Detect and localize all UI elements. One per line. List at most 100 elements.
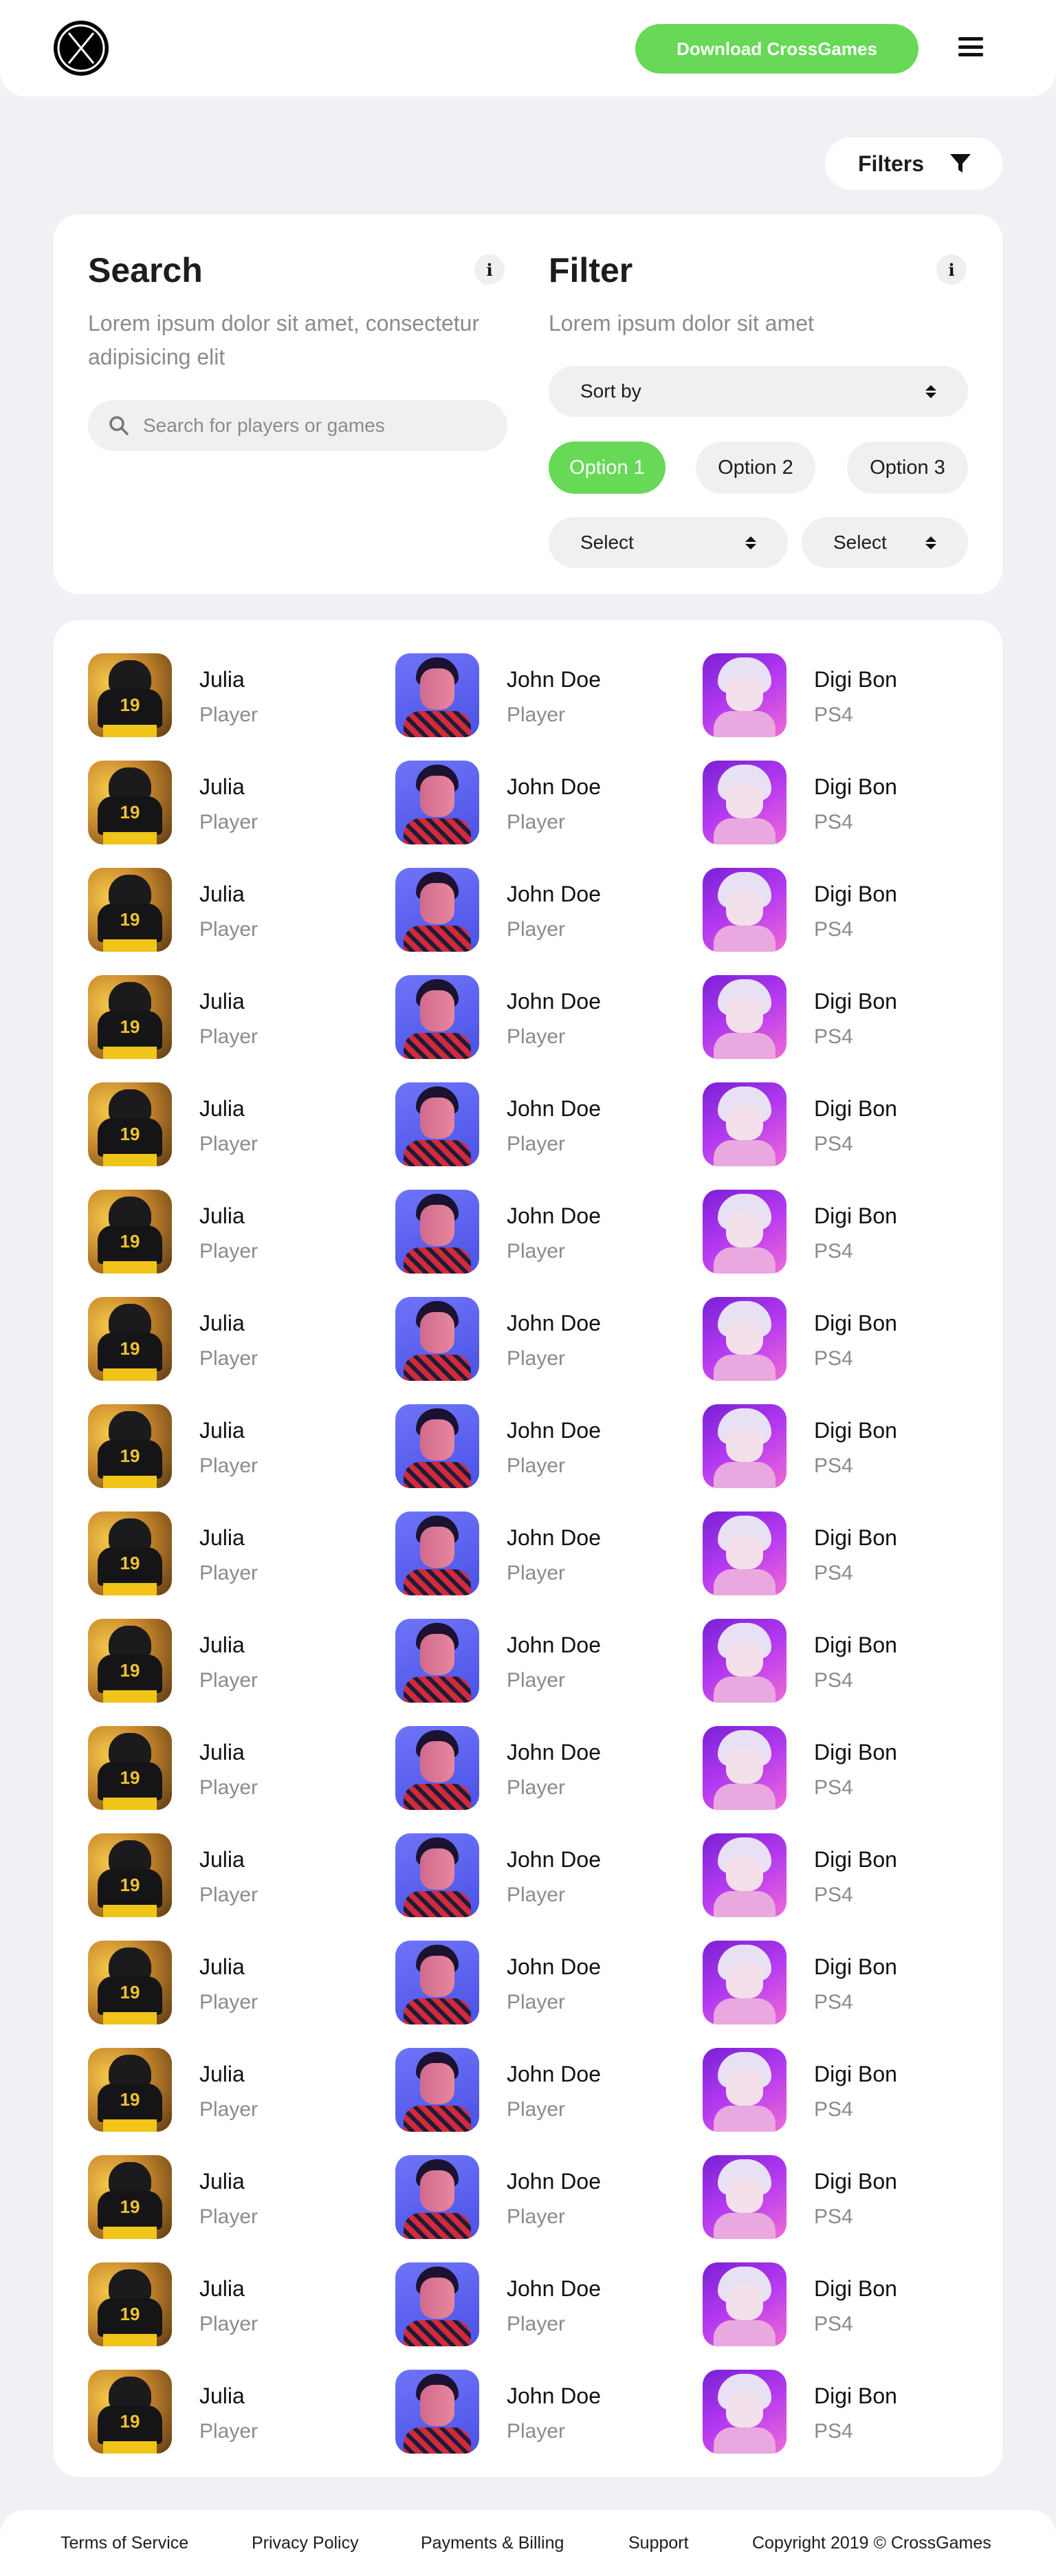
result-card[interactable]: John Doe Player [395,2262,703,2370]
result-name: Digi Bon [814,667,897,692]
result-card[interactable]: 19 Julia Player [88,2155,395,2262]
result-card[interactable]: Digi Bon PS4 [703,1833,1010,1941]
result-name: Digi Bon [814,1954,897,1979]
result-subtitle: Player [199,1133,258,1155]
result-card[interactable]: John Doe Player [395,1511,703,1619]
result-card[interactable]: John Doe Player [395,1190,703,1297]
result-card[interactable]: 19 Julia Player [88,1190,395,1297]
result-card[interactable]: John Doe Player [395,653,703,761]
search-field[interactable] [88,400,507,451]
search-input[interactable] [143,415,487,437]
result-card[interactable]: John Doe Player [395,2370,703,2477]
result-card[interactable]: 19 Julia Player [88,1833,395,1941]
result-card[interactable]: 19 Julia Player [88,2262,395,2370]
option-2-chip[interactable]: Option 2 [696,441,815,494]
result-card[interactable]: John Doe Player [395,868,703,975]
avatar [703,1511,786,1595]
result-card[interactable]: John Doe Player [395,1726,703,1833]
info-icon[interactable]: i [936,254,967,285]
result-subtitle: Player [507,1133,566,1155]
info-icon[interactable]: i [474,254,505,285]
crossgames-logo-icon[interactable] [54,21,109,76]
result-card[interactable]: John Doe Player [395,761,703,868]
result-card[interactable]: John Doe Player [395,975,703,1082]
search-filter-panel: Search i Lorem ipsum dolor sit amet, con… [54,215,1002,594]
result-card[interactable]: Digi Bon PS4 [703,1619,1010,1726]
footer-link-privacy[interactable]: Privacy Policy [252,2533,359,2553]
result-subtitle: PS4 [814,811,853,833]
result-card[interactable]: Digi Bon PS4 [703,2262,1010,2370]
result-card[interactable]: Digi Bon PS4 [703,975,1010,1082]
result-card[interactable]: 19 Julia Player [88,761,395,868]
result-card[interactable]: John Doe Player [395,1619,703,1726]
result-card[interactable]: Digi Bon PS4 [703,1726,1010,1833]
result-name: Digi Bon [814,882,897,906]
result-card[interactable]: John Doe Player [395,2048,703,2155]
avatar [395,2155,479,2239]
result-card[interactable]: 19 Julia Player [88,1404,395,1511]
result-name: Julia [199,2062,245,2086]
result-card[interactable]: 19 Julia Player [88,1941,395,2048]
result-name: Digi Bon [814,1096,897,1121]
result-name: Julia [199,2383,245,2408]
result-subtitle: Player [507,2313,566,2335]
result-card[interactable]: 19 Julia Player [88,1726,395,1833]
result-card[interactable]: Digi Bon PS4 [703,2155,1010,2262]
result-card[interactable]: Digi Bon PS4 [703,868,1010,975]
result-card[interactable]: Digi Bon PS4 [703,2370,1010,2477]
result-card[interactable]: John Doe Player [395,1082,703,1190]
select-dropdown-2[interactable]: Select [802,517,968,568]
footer-link-terms[interactable]: Terms of Service [60,2533,188,2553]
avatar: 19 [88,1833,172,1917]
result-card[interactable]: Digi Bon PS4 [703,1941,1010,2048]
result-card[interactable]: 19 Julia Player [88,1619,395,1726]
sort-by-select[interactable]: Sort by [549,366,968,417]
result-card[interactable]: 19 Julia Player [88,653,395,761]
download-crossgames-button[interactable]: Download CrossGames [635,24,918,74]
result-subtitle: PS4 [814,2313,853,2335]
result-subtitle: PS4 [814,1454,853,1477]
result-subtitle: PS4 [814,2205,853,2228]
footer-link-payments[interactable]: Payments & Billing [421,2533,564,2553]
result-subtitle: Player [507,1776,566,1799]
result-card[interactable]: 19 Julia Player [88,2370,395,2477]
result-subtitle: Player [507,1025,566,1048]
result-card[interactable]: 19 Julia Player [88,1511,395,1619]
result-subtitle: PS4 [814,1669,853,1692]
result-subtitle: Player [199,1347,258,1370]
result-card[interactable]: Digi Bon PS4 [703,653,1010,761]
result-name: Julia [199,774,245,799]
result-card[interactable]: John Doe Player [395,1297,703,1404]
footer-link-support[interactable]: Support [628,2533,689,2553]
result-card[interactable]: Digi Bon PS4 [703,1082,1010,1190]
result-card[interactable]: John Doe Player [395,1941,703,2048]
result-card[interactable]: Digi Bon PS4 [703,1190,1010,1297]
option-1-chip[interactable]: Option 1 [549,441,666,494]
result-name: Julia [199,882,245,906]
result-card[interactable]: 19 Julia Player [88,2048,395,2155]
result-card[interactable]: Digi Bon PS4 [703,2048,1010,2155]
result-card[interactable]: 19 Julia Player [88,975,395,1082]
search-description: Lorem ipsum dolor sit amet, consectetur … [88,311,480,369]
result-card[interactable]: 19 Julia Player [88,1297,395,1404]
result-card[interactable]: Digi Bon PS4 [703,1404,1010,1511]
result-card[interactable]: John Doe Player [395,1404,703,1511]
filters-toggle-button[interactable]: Filters [825,138,1002,190]
hamburger-menu-icon[interactable] [956,33,986,61]
result-card[interactable]: 19 Julia Player [88,868,395,975]
result-subtitle: Player [199,2098,258,2121]
select-dropdown-1[interactable]: Select [549,517,788,568]
avatar [703,868,786,952]
result-subtitle: Player [507,1454,566,1477]
avatar: 19 [88,1082,172,1166]
result-card[interactable]: Digi Bon PS4 [703,1511,1010,1619]
result-card[interactable]: John Doe Player [395,1833,703,1941]
result-card[interactable]: Digi Bon PS4 [703,1297,1010,1404]
result-card[interactable]: John Doe Player [395,2155,703,2262]
avatar [703,975,786,1059]
result-name: Julia [199,989,245,1014]
result-card[interactable]: 19 Julia Player [88,1082,395,1190]
avatar [395,761,479,844]
option-3-chip[interactable]: Option 3 [847,441,968,494]
result-card[interactable]: Digi Bon PS4 [703,761,1010,868]
